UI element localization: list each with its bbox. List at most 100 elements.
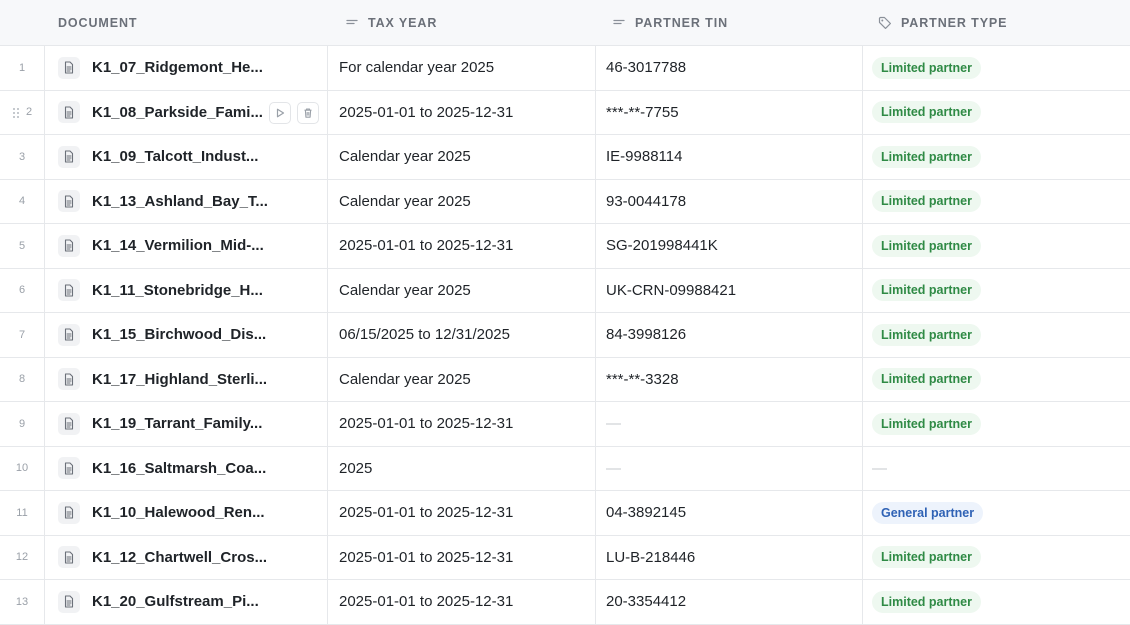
partner-tin-cell[interactable]: 46-3017788 [597,46,863,90]
document-icon [58,590,80,613]
tax-year-cell[interactable]: Calendar year 2025 [329,357,596,401]
document-name[interactable]: K1_13_Ashland_Bay_T... [92,193,268,210]
tax-year-cell[interactable]: Calendar year 2025 [329,179,596,223]
partner-tin-cell[interactable]: ***-**-7755 [597,90,863,134]
document-name[interactable]: K1_08_Parkside_Fami... [92,104,263,121]
table-row[interactable]: 5 K1_14_Vermilion_Mid-... 2025-01-01 to … [0,224,1130,269]
partner-tin-value: 46-3017788 [606,59,687,77]
column-header-document[interactable]: DOCUMENT [58,0,137,46]
document-name[interactable]: K1_17_Highland_Sterli... [92,371,267,388]
column-header-partner-tin[interactable]: PARTNER TIN [612,0,728,46]
document-name[interactable]: K1_19_Tarrant_Family... [92,415,262,432]
partner-tin-cell[interactable]: SG-201998441K [597,224,863,268]
tax-year-cell[interactable]: For calendar year 2025 [329,46,596,90]
partner-type-cell[interactable]: Limited partner [864,580,1130,624]
table-row[interactable]: 10 K1_16_Saltmarsh_Coa... 2025 — — [0,446,1130,491]
partner-type-cell[interactable]: Limited partner [864,313,1130,357]
partner-type-badge: Limited partner [872,412,981,435]
tax-year-value: 2025-01-01 to 2025-12-31 [339,237,514,255]
partner-type-cell[interactable]: Limited partner [864,402,1130,446]
document-cell[interactable]: K1_20_Gulfstream_Pi... [46,580,328,624]
row-number: 5 [0,224,45,268]
document-icon [58,145,80,168]
document-cell[interactable]: K1_19_Tarrant_Family... [46,402,328,446]
partner-type-cell[interactable]: — [864,447,1130,491]
document-cell[interactable]: K1_09_Talcott_Indust... [46,135,328,179]
document-cell[interactable]: K1_12_Chartwell_Cros... [46,535,328,579]
partner-tin-cell[interactable]: 84-3998126 [597,313,863,357]
document-name[interactable]: K1_10_Halewood_Ren... [92,504,265,521]
partner-tin-cell[interactable]: IE-9988114 [597,135,863,179]
partner-type-badge: Limited partner [872,279,981,302]
tax-year-cell[interactable]: 2025-01-01 to 2025-12-31 [329,491,596,535]
document-name[interactable]: K1_07_Ridgemont_He... [92,59,263,76]
column-header-partner-type[interactable]: PARTNER TYPE [878,0,1007,46]
document-cell[interactable]: K1_10_Halewood_Ren... [46,491,328,535]
partner-tin-cell[interactable]: 93-0044178 [597,179,863,223]
partner-type-cell[interactable]: Limited partner [864,224,1130,268]
partner-type-cell[interactable]: Limited partner [864,135,1130,179]
document-name[interactable]: K1_11_Stonebridge_H... [92,282,263,299]
document-name[interactable]: K1_16_Saltmarsh_Coa... [92,460,266,477]
tax-year-value: For calendar year 2025 [339,59,495,77]
partner-tin-cell[interactable]: 04-3892145 [597,491,863,535]
table-row[interactable]: 9 K1_19_Tarrant_Family... 2025-01-01 to … [0,402,1130,447]
tax-year-cell[interactable]: Calendar year 2025 [329,135,596,179]
document-cell[interactable]: K1_15_Birchwood_Dis... [46,313,328,357]
document-cell[interactable]: K1_08_Parkside_Fami... [46,90,328,134]
column-header-tax-year[interactable]: TAX YEAR [345,0,437,46]
document-cell[interactable]: K1_11_Stonebridge_H... [46,268,328,312]
partner-type-cell[interactable]: Limited partner [864,46,1130,90]
document-cell[interactable]: K1_13_Ashland_Bay_T... [46,179,328,223]
partner-type-cell[interactable]: Limited partner [864,269,1130,313]
table-row[interactable]: 11 K1_10_Halewood_Ren... 2025-01-01 to 2… [0,491,1130,536]
document-name[interactable]: K1_09_Talcott_Indust... [92,148,258,165]
table-row[interactable]: 6 K1_11_Stonebridge_H... Calendar year 2… [0,268,1130,313]
partner-tin-cell[interactable]: — [597,446,863,490]
tax-year-cell[interactable]: 2025-01-01 to 2025-12-31 [329,535,596,579]
document-cell[interactable]: K1_14_Vermilion_Mid-... [46,224,328,268]
partner-type-cell[interactable]: General partner [864,491,1130,535]
partner-type-cell[interactable]: Limited partner [864,180,1130,224]
partner-type-cell[interactable]: Limited partner [864,358,1130,402]
table-row[interactable]: 13 K1_20_Gulfstream_Pi... 2025-01-01 to … [0,580,1130,625]
partner-type-badge: Limited partner [872,323,981,346]
table-row[interactable]: 2 K1_08_Parkside_Fami... 2025-01-01 to 2… [0,90,1130,135]
table-row[interactable]: 3 K1_09_Talcott_Indust... Calendar year … [0,135,1130,180]
partner-tin-cell[interactable]: LU-B-218446 [597,535,863,579]
partner-tin-cell[interactable]: 20-3354412 [597,580,863,624]
tax-year-cell[interactable]: 2025-01-01 to 2025-12-31 [329,90,596,134]
row-number: 7 [0,313,45,357]
document-name[interactable]: K1_20_Gulfstream_Pi... [92,593,259,610]
document-name[interactable]: K1_14_Vermilion_Mid-... [92,237,264,254]
tax-year-cell[interactable]: 2025-01-01 to 2025-12-31 [329,224,596,268]
partner-tin-cell[interactable]: — [597,402,863,446]
trash-icon[interactable] [297,101,319,124]
table-row[interactable]: 7 K1_15_Birchwood_Dis... 06/15/2025 to 1… [0,313,1130,358]
row-number: 3 [0,135,45,179]
tax-year-cell[interactable]: 2025-01-01 to 2025-12-31 [329,580,596,624]
document-cell[interactable]: K1_17_Highland_Sterli... [46,357,328,401]
tax-year-cell[interactable]: 2025 [329,446,596,490]
tax-year-cell[interactable]: 06/15/2025 to 12/31/2025 [329,313,596,357]
tax-year-value: 2025-01-01 to 2025-12-31 [339,548,514,566]
tax-year-cell[interactable]: 2025-01-01 to 2025-12-31 [329,402,596,446]
partner-type-cell[interactable]: Limited partner [864,91,1130,135]
document-cell[interactable]: K1_16_Saltmarsh_Coa... [46,446,328,490]
play-icon[interactable] [269,101,291,124]
drag-handle-icon[interactable] [12,107,20,119]
tax-year-cell[interactable]: Calendar year 2025 [329,268,596,312]
table-row[interactable]: 8 K1_17_Highland_Sterli... Calendar year… [0,357,1130,402]
partner-type-badge: Limited partner [872,368,981,391]
row-number: 12 [0,535,45,579]
partner-type-cell[interactable]: Limited partner [864,536,1130,580]
table-row[interactable]: 4 K1_13_Ashland_Bay_T... Calendar year 2… [0,179,1130,224]
row-number: 9 [0,402,45,446]
document-name[interactable]: K1_15_Birchwood_Dis... [92,326,266,343]
document-cell[interactable]: K1_07_Ridgemont_He... [46,46,328,90]
table-row[interactable]: 1 K1_07_Ridgemont_He... For calendar yea… [0,46,1130,91]
table-row[interactable]: 12 K1_12_Chartwell_Cros... 2025-01-01 to… [0,535,1130,580]
partner-tin-cell[interactable]: UK-CRN-09988421 [597,268,863,312]
partner-tin-cell[interactable]: ***-**-3328 [597,357,863,401]
document-name[interactable]: K1_12_Chartwell_Cros... [92,549,267,566]
